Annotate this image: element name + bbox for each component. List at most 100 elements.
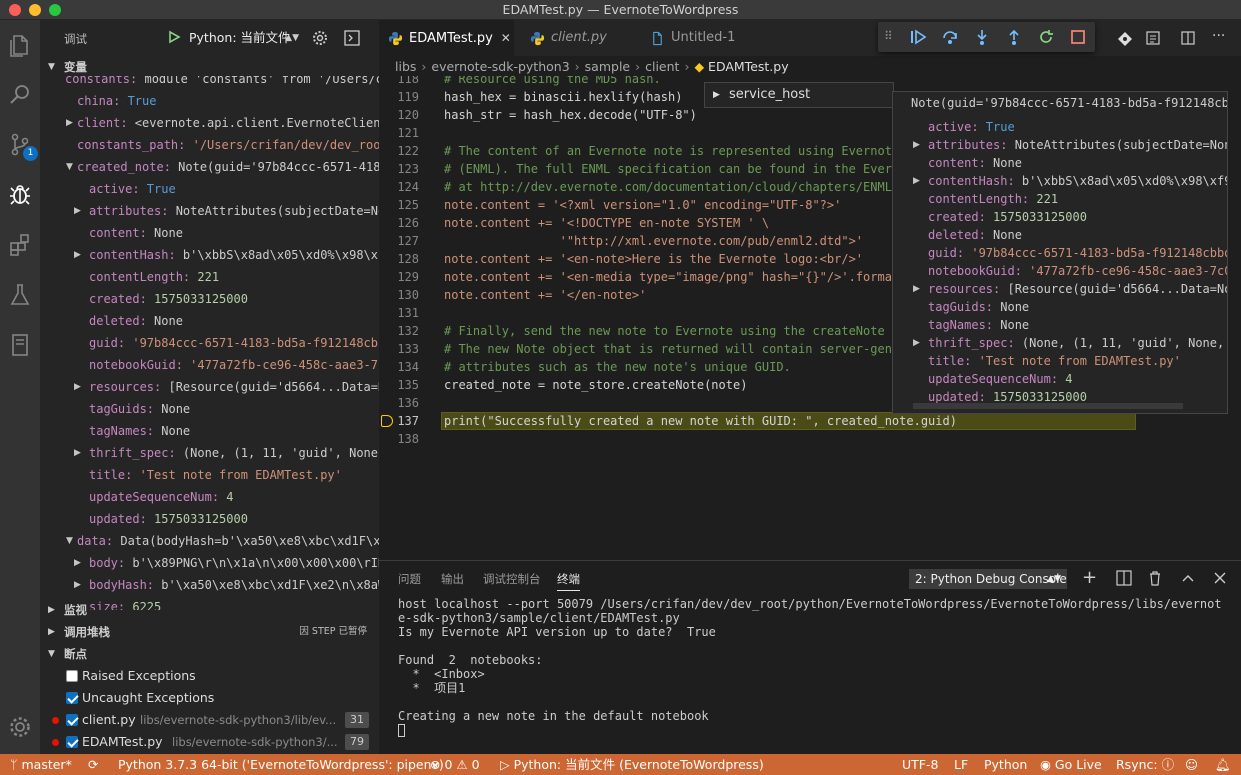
search-icon[interactable]: [5, 80, 35, 110]
hover-variable-row[interactable]: deleted: None: [893, 226, 1227, 244]
chevron-right-icon[interactable]: ▶: [66, 112, 73, 134]
debug-icon[interactable]: [5, 180, 35, 210]
hover-variable-row[interactable]: ▶ thrift_spec: (None, (1, 11, 'guid', Non…: [893, 334, 1227, 352]
hover-service-host[interactable]: ▶ service_host: [704, 82, 894, 108]
git-branch[interactable]: ᛘ master*: [10, 754, 72, 775]
preview-icon[interactable]: [1145, 30, 1161, 46]
manage-gear-icon[interactable]: [5, 712, 35, 742]
tab-output[interactable]: 输出: [441, 571, 464, 587]
hover-variable-popup[interactable]: Note(guid='97b84ccc-6571-4183-bd5a-f9121…: [892, 91, 1228, 414]
chevron-right-icon[interactable]: ▶: [74, 244, 81, 266]
hover-variable-row[interactable]: ▶ resources: [Resource(guid='d5664...Data…: [893, 280, 1227, 298]
variable-row[interactable]: ▶ body: b'\x89PNG\r\n\x1a\n\x00\x00\x00\r…: [40, 552, 379, 574]
chevron-right-icon[interactable]: ▶: [913, 136, 920, 154]
hover-variable-row[interactable]: active: True: [893, 118, 1227, 136]
gear-icon[interactable]: [311, 29, 329, 47]
debug-run-config[interactable]: ▷ Python: 当前文件 (EvernoteToWordpress): [500, 754, 764, 775]
stop-icon[interactable]: [1069, 28, 1087, 46]
variable-row[interactable]: updated: 1575033125000: [40, 508, 379, 530]
chevron-right-icon[interactable]: ▶: [913, 172, 920, 190]
tab-untitled[interactable]: Untitled-1: [641, 20, 757, 56]
breadcrumb-item[interactable]: sample: [585, 59, 630, 74]
chevron-down-icon[interactable]: ▼: [66, 156, 73, 178]
terminal-select[interactable]: 2: Python Debug Console ▲▼: [909, 569, 1067, 589]
variable-row[interactable]: ▼ data: Data(bodyHash=b'\xa50\xe8\xbc\xd1…: [40, 530, 379, 552]
variable-row[interactable]: created: 1575033125000: [40, 288, 379, 310]
chevron-down-icon[interactable]: ▼: [66, 530, 73, 552]
hover-variable-row[interactable]: guid: '97b84ccc-6571-4183-bd5a-f912148cb…: [893, 244, 1227, 262]
hover-variable-row[interactable]: tagGuids: None: [893, 298, 1227, 316]
breakpoint-item[interactable]: client.py libs/evernote-sdk-python3/lib/e…: [40, 709, 379, 731]
breakpoint-checkbox[interactable]: [66, 670, 78, 682]
language-mode[interactable]: Python: [984, 754, 1027, 775]
variable-row[interactable]: tagGuids: None: [40, 398, 379, 420]
breakpoint-checkbox[interactable]: [66, 736, 78, 748]
variable-row[interactable]: deleted: None: [40, 310, 379, 332]
hover-variable-row[interactable]: ▶ contentHash: b'\xbbS\x8ad\x05\xd0%\x98\…: [893, 172, 1227, 190]
notifications-bell-icon[interactable]: 🔔︎: [1215, 754, 1231, 775]
git-diamond-icon[interactable]: [1117, 31, 1133, 47]
hover-variable-row[interactable]: notebookGuid: '477a72fb-ce96-458c-aae3-7…: [893, 262, 1227, 280]
rsync[interactable]: Rsync: ⓘ: [1116, 754, 1174, 775]
tab-client[interactable]: client.py: [521, 20, 639, 56]
testing-flask-icon[interactable]: [5, 280, 35, 310]
chevron-right-icon[interactable]: ▶: [913, 334, 920, 352]
callstack-section-header[interactable]: ▶ 调用堆栈 因 STEP 已暂停: [40, 621, 379, 643]
close-panel-icon[interactable]: [1211, 569, 1229, 587]
launch-config-select[interactable]: Python: 当前文件 ▲▼: [183, 28, 303, 48]
step-out-icon[interactable]: [1005, 28, 1023, 46]
hover-scrollbar[interactable]: [913, 403, 1183, 409]
drag-handle-icon[interactable]: ⠿: [884, 29, 893, 43]
chevron-right-icon[interactable]: ▶: [74, 442, 81, 464]
tab-debug-console[interactable]: 调试控制台: [483, 571, 541, 587]
python-interpreter[interactable]: Python 3.7.3 64-bit ('EvernoteToWordpres…: [118, 754, 444, 775]
breakpoint-checkbox[interactable]: [66, 714, 78, 726]
tab-edamtest[interactable]: EDAMTest.py ✕: [379, 20, 514, 56]
problems-indicator[interactable]: ⊗ 0 ⚠ 0: [430, 754, 480, 775]
variable-row[interactable]: ▶ client: <evernote.api.client.EvernoteCl…: [40, 112, 379, 134]
variable-row[interactable]: ▶ thrift_spec: (None, (1, 11, 'guid', Non…: [40, 442, 379, 464]
variable-row[interactable]: ▶ contentHash: b'\xbbS\x8ad\x05\xd0%\x98\…: [40, 244, 379, 266]
variable-row[interactable]: ▶ resources: [Resource(guid='d5664...Data…: [40, 376, 379, 398]
extensions-icon[interactable]: [5, 230, 35, 260]
line-ending[interactable]: LF: [954, 754, 968, 775]
hover-variable-row[interactable]: created: 1575033125000: [893, 208, 1227, 226]
restart-icon[interactable]: [1037, 28, 1055, 46]
notebook-icon[interactable]: [5, 330, 35, 360]
code-line[interactable]: 137 print("Successfully created a new not…: [379, 412, 1241, 430]
hover-variable-row[interactable]: title: 'Test note from EDAMTest.py': [893, 352, 1227, 370]
hover-variable-row[interactable]: content: None: [893, 154, 1227, 172]
breadcrumb-item[interactable]: libs: [395, 59, 416, 74]
debug-console-icon[interactable]: [343, 29, 361, 47]
close-tab-icon[interactable]: ✕: [501, 31, 511, 45]
go-live[interactable]: ◉ Go Live: [1040, 754, 1102, 775]
chevron-right-icon[interactable]: ▶: [74, 376, 81, 398]
feedback-smiley-icon[interactable]: ☺: [1185, 754, 1198, 775]
variable-row[interactable]: ▶ bodyHash: b'\xa50\xe8\xbc\xd1F\xe2\n\x8…: [40, 574, 379, 596]
start-debugging-icon[interactable]: [167, 30, 181, 44]
breakpoints-section-header[interactable]: ▼ 断点: [40, 643, 379, 665]
maximize-panel-icon[interactable]: [1179, 569, 1197, 587]
chevron-right-icon[interactable]: ▶: [74, 574, 81, 596]
code-line[interactable]: 138: [379, 430, 1241, 448]
step-over-icon[interactable]: [941, 28, 959, 46]
continue-icon[interactable]: [909, 28, 927, 46]
sync-icon[interactable]: ⟳: [88, 754, 98, 775]
chevron-right-icon[interactable]: ▶: [74, 552, 81, 574]
more-actions-icon[interactable]: ···: [1212, 28, 1225, 44]
step-into-icon[interactable]: [973, 28, 991, 46]
source-control-icon[interactable]: 1: [5, 130, 38, 161]
breadcrumb-item[interactable]: evernote-sdk-python3: [431, 59, 569, 74]
chevron-right-icon[interactable]: ▶: [913, 280, 920, 298]
tab-problems[interactable]: 问题: [398, 571, 421, 587]
variable-row[interactable]: content: None: [40, 222, 379, 244]
breakpoint-item[interactable]: Raised Exceptions: [40, 665, 379, 687]
tab-terminal[interactable]: 终端: [557, 571, 580, 591]
hover-variable-row[interactable]: contentLength: 221: [893, 190, 1227, 208]
variable-row[interactable]: active: True: [40, 178, 379, 200]
variable-row[interactable]: guid: '97b84ccc-6571-4183-bd5a-f912148cb…: [40, 332, 379, 354]
variable-row[interactable]: contentLength: 221: [40, 266, 379, 288]
watch-section-header[interactable]: ▶ 监视: [40, 599, 379, 621]
new-terminal-icon[interactable]: +: [1082, 569, 1100, 587]
trash-icon[interactable]: [1146, 569, 1164, 587]
